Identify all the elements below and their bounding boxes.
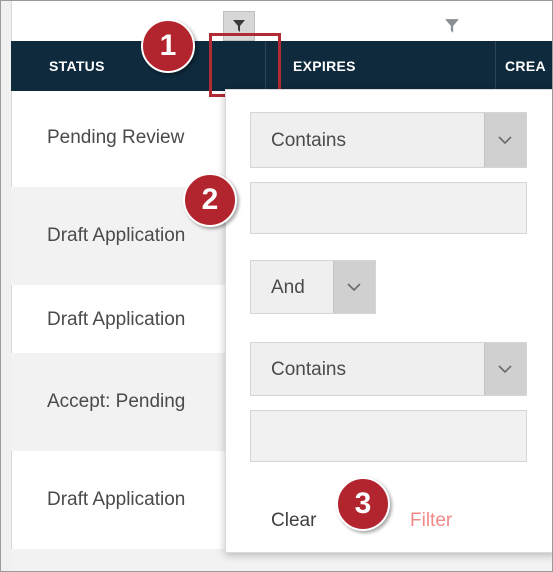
operator-select-1-value: Contains	[271, 130, 346, 151]
annotation-badge-3: 3	[336, 477, 390, 531]
filter-icon	[445, 19, 459, 33]
chevron-down-icon	[484, 343, 526, 395]
status-cell: Draft Application	[47, 489, 186, 510]
column-header-expires[interactable]: EXPIRES	[251, 41, 496, 91]
filter-button-highlight	[209, 33, 281, 97]
chevron-down-icon	[484, 113, 526, 167]
logic-select-value: And	[271, 277, 305, 298]
status-cell: Draft Application	[47, 309, 186, 330]
filter-icon	[233, 20, 245, 32]
chevron-down-icon	[333, 261, 375, 313]
operator-select-2[interactable]: Contains	[250, 342, 527, 396]
grid-window: STATUS EXPIRES CREA Pending Review 8 Dra…	[0, 0, 553, 572]
operator-select-1[interactable]: Contains	[250, 112, 527, 168]
status-header-label: STATUS	[49, 58, 105, 74]
logic-select[interactable]: And	[250, 260, 376, 314]
filter-value-input-2[interactable]	[250, 410, 527, 462]
filter-button[interactable]: Filter	[410, 510, 452, 532]
annotation-badge-2: 2	[183, 173, 237, 227]
status-cell: Accept: Pending	[47, 391, 186, 412]
filter-popup: Contains And Contains Clear Filter	[225, 89, 552, 553]
column-header-created[interactable]: CREA	[495, 41, 552, 91]
clear-button[interactable]: Clear	[271, 510, 316, 532]
status-cell: Pending Review	[47, 127, 185, 148]
grid-header: STATUS EXPIRES CREA	[11, 41, 552, 91]
filter-value-input-1[interactable]	[250, 182, 527, 234]
operator-select-2-value: Contains	[271, 359, 346, 380]
created-header-label: CREA	[505, 58, 546, 74]
annotation-badge-1: 1	[141, 19, 195, 73]
expires-header-label: EXPIRES	[293, 58, 356, 74]
status-cell: Draft Application	[47, 225, 186, 246]
expires-filter-button[interactable]	[444, 18, 460, 39]
